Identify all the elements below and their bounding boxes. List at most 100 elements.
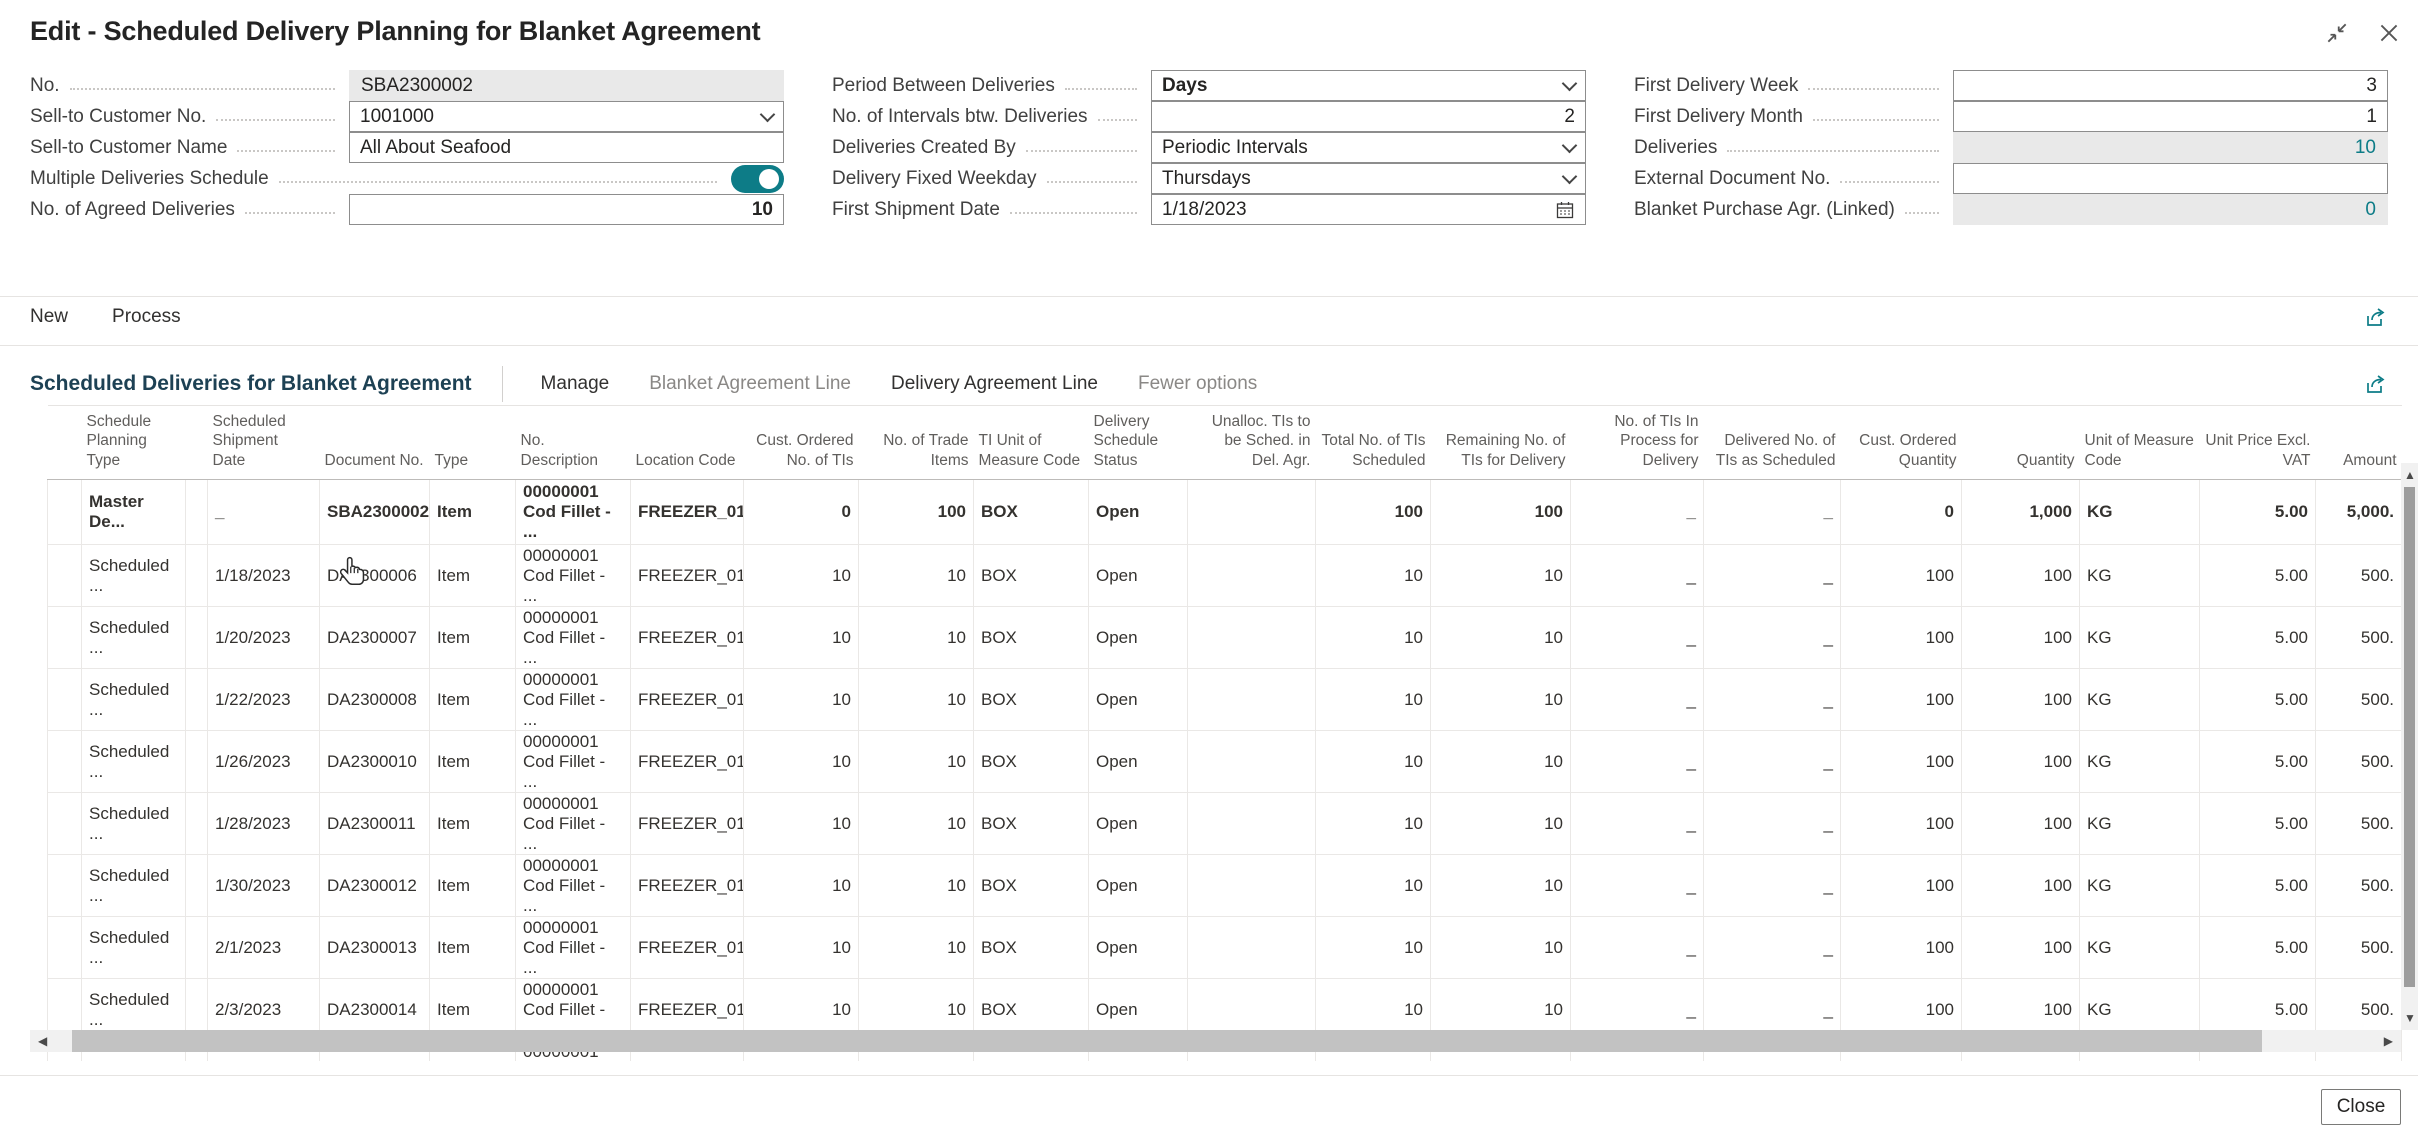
col-header-amount[interactable]: Amount [2316, 406, 2402, 480]
cell-uom[interactable]: KG [2080, 545, 2200, 607]
cell-price[interactable]: 5.00 [2200, 731, 2316, 793]
cell-custTis[interactable]: 10 [744, 731, 859, 793]
deliveries-created-by-input[interactable]: Periodic Intervals [1151, 132, 1586, 163]
scroll-left-icon[interactable]: ◀ [38, 1035, 47, 1047]
cell-amount[interactable]: 500. [2316, 545, 2402, 607]
cell-totalSched[interactable]: 10 [1316, 793, 1431, 855]
cell-tradeItems[interactable]: 10 [859, 917, 974, 979]
cell-noDesc[interactable]: 00000001 Cod Fillet - ... [516, 917, 631, 979]
cell-uom[interactable]: KG [2080, 731, 2200, 793]
cell-locCode[interactable]: FREEZER_01 [631, 607, 744, 669]
col-header-expand[interactable] [186, 406, 208, 480]
cell-delivered[interactable]: _ [1704, 480, 1841, 545]
col-header-qty[interactable]: Quantity [1962, 406, 2080, 480]
share-icon[interactable] [2364, 305, 2388, 329]
first-delivery-month-input[interactable]: 1 [1953, 101, 2388, 132]
cell-custQty[interactable]: 0 [1841, 480, 1962, 545]
cell-amount[interactable]: 500. [2316, 793, 2402, 855]
col-header-remaining[interactable]: Remaining No. of TIs for Delivery [1431, 406, 1571, 480]
col-header-shipDate[interactable]: Scheduled Shipment Date [208, 406, 320, 480]
cell-docNo[interactable]: DA2300012 [320, 855, 430, 917]
cell-remaining[interactable]: 10 [1431, 607, 1571, 669]
cell-shipDate[interactable]: _ [208, 480, 320, 545]
cell-unalloc[interactable] [1188, 731, 1316, 793]
cell-amount[interactable]: 500. [2316, 855, 2402, 917]
cell-tradeItems[interactable]: 10 [859, 855, 974, 917]
cell-tradeItems[interactable]: 10 [859, 607, 974, 669]
sell-to-customer-name-input[interactable]: All About Seafood [349, 132, 784, 163]
cell-delivered[interactable]: _ [1704, 855, 1841, 917]
cell-remaining[interactable]: 10 [1431, 669, 1571, 731]
cell-delivered[interactable]: _ [1704, 669, 1841, 731]
col-header-unalloc[interactable]: Unalloc. TIs to be Sched. in Del. Agr. [1188, 406, 1316, 480]
cell-totalSched[interactable]: 10 [1316, 917, 1431, 979]
cell-inProcess[interactable]: _ [1571, 917, 1704, 979]
cell-price[interactable]: 5.00 [2200, 607, 2316, 669]
col-header-noDesc[interactable]: No. Description [516, 406, 631, 480]
cell-price[interactable]: 5.00 [2200, 669, 2316, 731]
horizontal-scrollbar[interactable]: ◀ ▶ [30, 1030, 2401, 1052]
cell-shipDate[interactable]: 1/30/2023 [208, 855, 320, 917]
cell-remaining[interactable]: 10 [1431, 917, 1571, 979]
cell-locCode[interactable]: FREEZER_01 [631, 917, 744, 979]
cell-tradeItems[interactable]: 10 [859, 545, 974, 607]
cell-inProcess[interactable]: _ [1571, 855, 1704, 917]
cell-custQty[interactable]: 100 [1841, 669, 1962, 731]
cell-remaining[interactable]: 100 [1431, 480, 1571, 545]
cell-delivered[interactable]: _ [1704, 917, 1841, 979]
cell-planType[interactable]: Scheduled ... [82, 793, 186, 855]
cell-inProcess[interactable]: _ [1571, 669, 1704, 731]
cell-delivered[interactable]: _ [1704, 793, 1841, 855]
cell-custQty[interactable]: 100 [1841, 855, 1962, 917]
col-header-totalSched[interactable]: Total No. of TIs Scheduled [1316, 406, 1431, 480]
cell-tradeItems[interactable]: 100 [859, 480, 974, 545]
cell-inProcess[interactable]: _ [1571, 545, 1704, 607]
cell-type[interactable]: Item [430, 607, 516, 669]
cell-shipDate[interactable]: 1/22/2023 [208, 669, 320, 731]
cell-type[interactable]: Item [430, 669, 516, 731]
cell-qty[interactable]: 100 [1962, 855, 2080, 917]
cell-custTis[interactable]: 10 [744, 607, 859, 669]
menu-manage[interactable]: Manage [541, 373, 610, 395]
cell-tradeItems[interactable]: 10 [859, 669, 974, 731]
col-header-sel[interactable] [48, 406, 82, 480]
cell-planType[interactable]: Scheduled ... [82, 607, 186, 669]
collapse-window-icon[interactable] [2322, 18, 2352, 48]
cell-price[interactable]: 5.00 [2200, 855, 2316, 917]
cell-remaining[interactable]: 10 [1431, 545, 1571, 607]
col-header-custQty[interactable]: Cust. Ordered Quantity [1841, 406, 1962, 480]
cell-docNo[interactable]: DA2300011 [320, 793, 430, 855]
cell-shipDate[interactable]: 2/1/2023 [208, 917, 320, 979]
cell-noDesc[interactable]: 00000001 Cod Fillet - ... [516, 731, 631, 793]
cell-price[interactable]: 5.00 [2200, 480, 2316, 545]
cell-locCode[interactable]: FREEZER_01 [631, 669, 744, 731]
col-header-type[interactable]: Type [430, 406, 516, 480]
action-new[interactable]: New [30, 306, 68, 328]
chevron-down-icon[interactable] [760, 106, 776, 122]
cell-locCode[interactable]: FREEZER_01 [631, 480, 744, 545]
period-between-deliveries-input[interactable]: Days [1151, 70, 1586, 101]
vertical-scrollbar[interactable]: ▲ ▼ [2401, 463, 2418, 1030]
cell-uom[interactable]: KG [2080, 917, 2200, 979]
cell-locCode[interactable]: FREEZER_01 [631, 731, 744, 793]
cell-docNo[interactable]: SBA2300002 [320, 480, 430, 545]
cell-unalloc[interactable] [1188, 480, 1316, 545]
col-header-delivered[interactable]: Delivered No. of TIs as Scheduled [1704, 406, 1841, 480]
cell-uom[interactable]: KG [2080, 793, 2200, 855]
scroll-down-icon[interactable]: ▼ [2404, 1012, 2416, 1024]
cell-inProcess[interactable]: _ [1571, 607, 1704, 669]
cell-unalloc[interactable] [1188, 545, 1316, 607]
first-delivery-week-input[interactable]: 3 [1953, 70, 2388, 101]
cell-delivered[interactable]: _ [1704, 545, 1841, 607]
cell-unalloc[interactable] [1188, 917, 1316, 979]
cell-type[interactable]: Item [430, 545, 516, 607]
cell-inProcess[interactable]: _ [1571, 793, 1704, 855]
cell-custTis[interactable]: 10 [744, 669, 859, 731]
cell-planType[interactable]: Scheduled ... [82, 917, 186, 979]
calendar-icon[interactable] [1555, 200, 1575, 220]
cell-custQty[interactable]: 100 [1841, 731, 1962, 793]
cell-tiUom[interactable]: BOX [974, 855, 1089, 917]
cell-qty[interactable]: 100 [1962, 793, 2080, 855]
cell-shipDate[interactable]: 1/26/2023 [208, 731, 320, 793]
cell-tradeItems[interactable]: 10 [859, 731, 974, 793]
